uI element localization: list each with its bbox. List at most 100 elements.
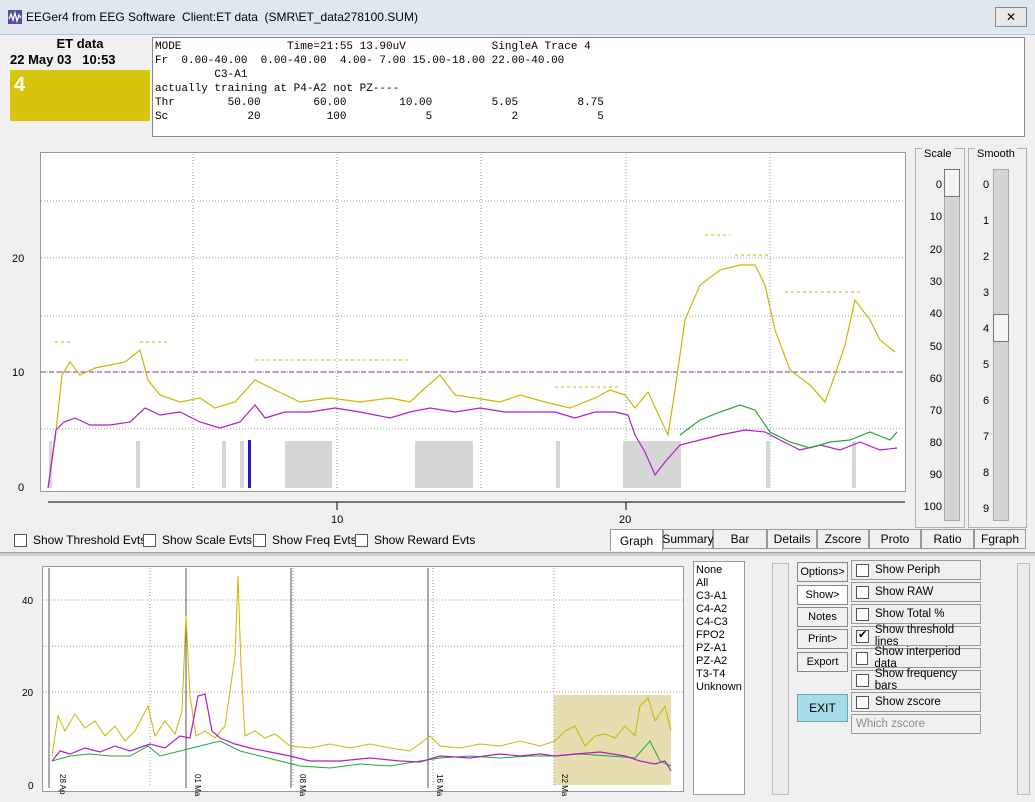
scale-slider-thumb[interactable]	[944, 169, 960, 197]
smooth-value: 3	[983, 287, 990, 299]
checkbox-box[interactable]	[856, 563, 869, 577]
scale-title: Scale	[922, 148, 954, 160]
checkbox-label: Show Threshold Evts	[33, 533, 147, 547]
tab-graph[interactable]: Graph	[610, 529, 663, 551]
show-periph-option[interactable]: Show Periph	[851, 560, 981, 580]
show-interperiod-data-option[interactable]: Show interperiod data	[851, 646, 981, 670]
session-time: 10:53	[82, 52, 116, 67]
option-label: Show frequency bars	[874, 668, 958, 692]
info-line: Thr 50.00 60.00 10.00 5.05 8.75	[155, 97, 604, 109]
y-tick-label: 0	[28, 781, 34, 792]
vertical-scrollbar[interactable]	[772, 563, 789, 795]
site-item[interactable]: Unknown	[696, 681, 742, 694]
smooth-value: 8	[983, 467, 990, 479]
scale-value: 100	[923, 501, 942, 513]
y-tick-label: 0	[18, 482, 24, 494]
site-item[interactable]: All	[696, 577, 742, 590]
site-item[interactable]: C3-A1	[696, 590, 742, 603]
option-label: Show interperiod data	[874, 646, 961, 670]
right-scrollbar[interactable]	[1017, 563, 1030, 795]
scale-value: 10	[929, 211, 942, 223]
scale-slider-panel: Scale 0 10 20 30 40 50 60 70 80 90 100	[915, 148, 965, 528]
show-reward-evts-checkbox[interactable]: Show Reward Evts	[355, 532, 475, 548]
trace-indicator: 4	[10, 70, 150, 121]
checkbox-box[interactable]	[14, 533, 27, 547]
exit-button[interactable]: EXIT	[797, 694, 848, 722]
show-zscore-option[interactable]: Show zscore	[851, 692, 981, 712]
site-item[interactable]: FPO2	[696, 629, 742, 642]
option-label: Show Periph	[875, 564, 941, 576]
smooth-slider-thumb[interactable]	[993, 314, 1009, 342]
close-button[interactable]: ✕	[995, 7, 1027, 27]
show-threshold-lines-option[interactable]: ✔ Show threshold lines	[851, 624, 981, 648]
site-item[interactable]: None	[696, 564, 742, 577]
show-frequency-bars-option[interactable]: Show frequency bars	[851, 668, 981, 692]
option-label: Show zscore	[875, 696, 941, 708]
scale-value: 20	[929, 244, 942, 256]
app-icon	[8, 10, 22, 24]
checkbox-box[interactable]	[355, 533, 368, 547]
scale-value: 50	[929, 341, 942, 353]
smooth-value: 7	[983, 431, 990, 443]
smooth-slider-panel: Smooth 0 1 2 3 4 5 6 7 8 9	[968, 148, 1027, 528]
scale-value: 40	[929, 308, 942, 320]
smooth-value: 4	[983, 323, 990, 335]
smooth-value: 6	[983, 395, 990, 407]
show-freq-evts-checkbox[interactable]: Show Freq Evts	[253, 532, 357, 548]
y-tick-label: 20	[22, 688, 34, 699]
scale-value: 80	[929, 437, 942, 449]
checkbox-box[interactable]	[143, 533, 156, 547]
checkbox-box[interactable]	[856, 673, 869, 687]
session-datetime: 22 May 03 10:53	[10, 52, 116, 67]
title-bar: EEGer4 from EEG Software Client:ET data …	[0, 0, 1035, 35]
site-item[interactable]: C4-C3	[696, 616, 742, 629]
checkbox-box[interactable]	[856, 651, 869, 665]
tab-summary[interactable]: Summary	[662, 529, 714, 549]
scale-track[interactable]	[944, 169, 960, 521]
checkbox-box[interactable]	[856, 695, 869, 709]
checkbox-label: Show Scale Evts	[162, 533, 253, 547]
x-date-label: 01 Ma	[193, 774, 202, 797]
show-scale-evts-checkbox[interactable]: Show Scale Evts	[143, 532, 252, 548]
tab-bar[interactable]: Bar	[713, 529, 767, 549]
checkbox-box[interactable]	[856, 585, 869, 599]
session-info-panel: MODE Time=21:55 13.90uV SingleA Trace 4 F…	[152, 37, 1025, 137]
site-item[interactable]: T3-T4	[696, 668, 742, 681]
info-line: Sc 20 100 5 2 5	[155, 111, 604, 123]
smooth-track[interactable]	[993, 169, 1009, 521]
options-button[interactable]: Options>	[797, 562, 848, 582]
tab-proto[interactable]: Proto	[869, 529, 921, 549]
x-date-label: 16 Ma	[435, 774, 444, 797]
option-label: Which zscore	[856, 718, 926, 730]
show-raw-option[interactable]: Show RAW	[851, 582, 981, 602]
smooth-value: 9	[983, 503, 990, 515]
session-date: 22 May 03	[10, 52, 72, 67]
tab-zscore[interactable]: Zscore	[817, 529, 869, 549]
checkbox-box[interactable]	[856, 607, 869, 621]
checkbox-box[interactable]	[253, 533, 266, 547]
info-line: MODE Time=21:55 13.90uV SingleA Trace 4	[155, 41, 591, 53]
scale-value: 0	[935, 179, 942, 191]
option-label: Show Total %	[875, 608, 945, 620]
site-item[interactable]: PZ-A2	[696, 655, 742, 668]
site-listbox[interactable]: None All C3-A1 C4-A2 C4-C3 FPO2 PZ-A1 PZ…	[693, 561, 745, 795]
checkbox-label: Show Freq Evts	[272, 533, 357, 547]
show-threshold-evts-checkbox[interactable]: Show Threshold Evts	[14, 532, 146, 548]
info-line: actually training at P4-A2 not PZ----	[155, 83, 400, 95]
smooth-value: 0	[983, 179, 990, 191]
print-button[interactable]: Print>	[797, 629, 848, 649]
y-tick-label: 10	[12, 367, 24, 379]
checkbox-box[interactable]: ✔	[856, 629, 869, 643]
export-button[interactable]: Export	[797, 652, 848, 672]
smooth-value: 1	[983, 215, 990, 227]
smooth-value: 2	[983, 251, 990, 263]
site-item[interactable]: PZ-A1	[696, 642, 742, 655]
site-item[interactable]: C4-A2	[696, 603, 742, 616]
tab-ratio[interactable]: Ratio	[921, 529, 974, 549]
tab-details[interactable]: Details	[767, 529, 817, 549]
show-button[interactable]: Show>	[797, 585, 848, 605]
notes-button[interactable]: Notes	[797, 607, 848, 627]
tab-fgraph[interactable]: Fgraph	[974, 529, 1026, 549]
show-total-percent-option[interactable]: Show Total %	[851, 604, 981, 624]
scale-value: 90	[929, 469, 942, 481]
